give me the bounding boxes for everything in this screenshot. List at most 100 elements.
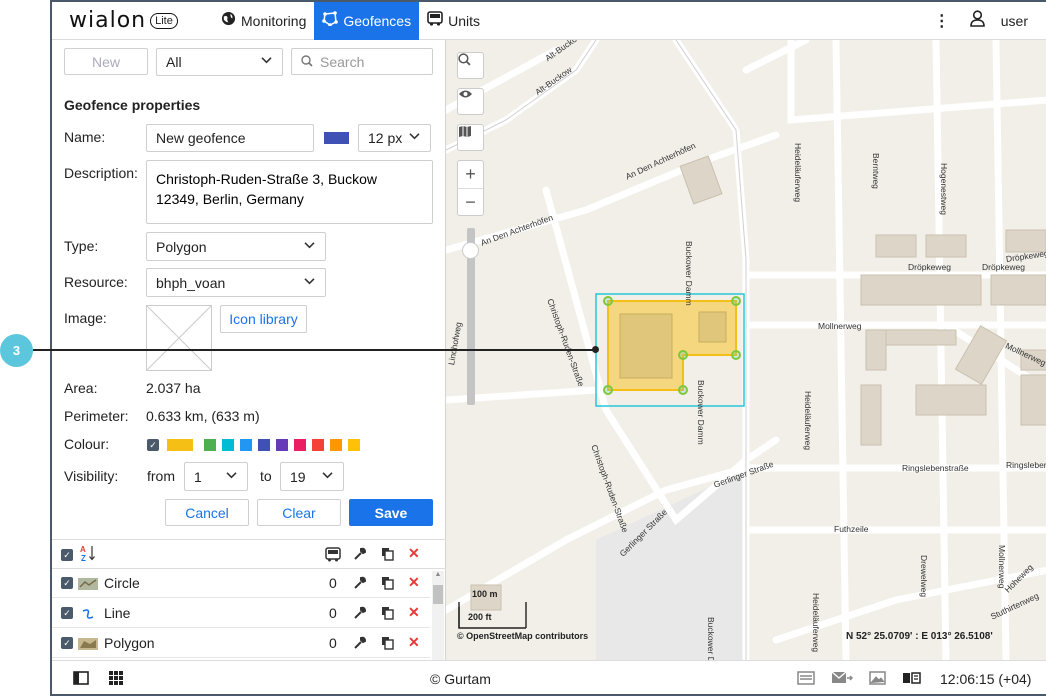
palette-swatch[interactable]	[258, 439, 270, 451]
wrench-icon[interactable]	[353, 547, 367, 564]
cursor-coordinates: N 52° 25.0709' : E 013° 26.5108'	[846, 631, 993, 642]
clear-button[interactable]: Clear	[257, 499, 341, 526]
name-field[interactable]: New geofence	[146, 124, 314, 152]
scale-label-metric: 100 m	[472, 589, 498, 599]
more-menu-icon[interactable]: ⋮	[934, 11, 950, 31]
street-label: Drewelweg	[919, 555, 929, 598]
palette-swatch[interactable]	[276, 439, 288, 451]
save-button[interactable]: Save	[349, 499, 433, 526]
copy-icon[interactable]	[381, 606, 394, 623]
copy-icon[interactable]	[381, 547, 394, 564]
visibility-to-select[interactable]: 19	[280, 462, 344, 491]
street-label: Buckower Damm	[696, 380, 706, 445]
toggle-panel-icon[interactable]	[73, 671, 89, 689]
row-checkbox[interactable]: ✓	[61, 577, 73, 589]
delete-icon[interactable]: ✕	[408, 574, 420, 591]
map-search-button[interactable]	[457, 52, 484, 79]
list-scrollbar[interactable]: ▲	[432, 571, 444, 660]
annotation-number: 3	[12, 343, 21, 358]
palette-swatch[interactable]	[312, 439, 324, 451]
user-name[interactable]: user	[1001, 13, 1028, 29]
street-label: Heideläuferweg	[811, 593, 821, 653]
zoom-in-icon[interactable]: +	[458, 161, 483, 188]
wrench-icon[interactable]	[353, 636, 367, 653]
type-value: Polygon	[156, 238, 207, 255]
annotation-marker-3: 3	[0, 334, 33, 367]
icon-library-button[interactable]: Icon library	[220, 305, 307, 333]
notifications-icon[interactable]	[797, 671, 815, 689]
street-label: Mollnerweg	[818, 321, 862, 331]
line-width-value: 12 px	[368, 130, 403, 146]
street-label: Dröpkeweg	[982, 262, 1025, 272]
table-row[interactable]: ✓ Line 0 ✕	[52, 599, 430, 628]
delete-all-icon[interactable]: ✕	[408, 545, 420, 562]
resource-select[interactable]: bhph_voan	[146, 268, 326, 297]
line-color-picker[interactable]	[324, 132, 349, 144]
palette-swatch[interactable]	[330, 439, 342, 451]
copy-icon[interactable]	[381, 576, 394, 593]
fill-colour-checkbox[interactable]: ✓	[147, 439, 159, 451]
visibility-from-select[interactable]: 1	[184, 462, 248, 491]
search-icon	[458, 53, 471, 66]
row-checkbox[interactable]: ✓	[61, 637, 73, 649]
cancel-button[interactable]: Cancel	[165, 499, 249, 526]
map-visibility-button[interactable]	[457, 88, 484, 115]
name-value: New geofence	[156, 130, 246, 146]
units-column-icon[interactable]	[325, 547, 341, 565]
user-icon[interactable]	[969, 10, 985, 31]
circle-geofence-icon	[78, 577, 98, 593]
selected-colour-swatch[interactable]	[167, 439, 193, 451]
geofence-name[interactable]: Circle	[104, 575, 140, 591]
geofence-name[interactable]: Polygon	[104, 635, 155, 651]
table-row[interactable]: ✓ Polygon 0 ✕	[52, 629, 430, 658]
map-attribution[interactable]: © OpenStreetMap contributors	[457, 631, 588, 641]
delete-icon[interactable]: ✕	[408, 604, 420, 621]
image-placeholder[interactable]	[146, 305, 212, 371]
scrollbar-thumb[interactable]	[433, 585, 443, 604]
search-input[interactable]: Search	[291, 48, 433, 75]
globe-icon	[221, 11, 236, 30]
display-mode-icon[interactable]	[902, 671, 921, 689]
street-label: Buckower Damm	[684, 241, 694, 306]
messages-icon[interactable]	[831, 671, 853, 689]
map-layers-button[interactable]	[457, 124, 484, 151]
wrench-icon[interactable]	[353, 576, 367, 593]
palette-swatch[interactable]	[204, 439, 216, 451]
sort-az-icon[interactable]: AZ	[80, 544, 96, 565]
filter-select[interactable]: All	[156, 48, 283, 76]
table-row[interactable]: ✓ Circle 0 ✕	[52, 569, 430, 598]
line-width-select[interactable]: 12 px	[358, 124, 431, 152]
zoom-slider-handle[interactable]	[462, 242, 479, 259]
apps-grid-icon[interactable]	[109, 671, 123, 689]
new-geofence-button[interactable]: New	[64, 48, 148, 75]
image-gallery-icon[interactable]	[869, 671, 886, 689]
palette-swatch[interactable]	[294, 439, 306, 451]
palette-swatch[interactable]	[222, 439, 234, 451]
geofence-name[interactable]: Line	[104, 605, 130, 621]
chevron-down-icon	[304, 275, 315, 287]
wrench-icon[interactable]	[353, 606, 367, 623]
type-select[interactable]: Polygon	[146, 232, 326, 261]
bottom-bar: © Gurtam 12:06:15 (+04)	[52, 660, 1046, 694]
zoom-out-icon[interactable]: −	[458, 189, 483, 216]
unit-count: 0	[329, 635, 337, 651]
tab-units[interactable]: Units	[419, 2, 488, 40]
select-all-checkbox[interactable]: ✓	[61, 549, 73, 561]
chevron-down-icon	[226, 469, 237, 481]
svg-text:A: A	[80, 545, 86, 554]
wialon-logo[interactable]: wialon Lite	[69, 8, 213, 33]
street-label: Ringslebenstraße	[1006, 460, 1046, 470]
tab-geofences[interactable]: Geofences	[314, 2, 420, 40]
scroll-up-arrow[interactable]: ▲	[432, 571, 444, 581]
perimeter-label: Perimeter:	[64, 408, 129, 424]
copy-icon[interactable]	[381, 636, 394, 653]
palette-swatch[interactable]	[240, 439, 252, 451]
delete-icon[interactable]: ✕	[408, 634, 420, 651]
type-label: Type:	[64, 238, 99, 254]
tab-monitoring[interactable]: Monitoring	[213, 2, 314, 40]
description-field[interactable]	[146, 160, 433, 224]
palette-swatch[interactable]	[348, 439, 360, 451]
unit-count: 0	[329, 605, 337, 621]
tab-label: Geofences	[343, 12, 412, 29]
row-checkbox[interactable]: ✓	[61, 607, 73, 619]
